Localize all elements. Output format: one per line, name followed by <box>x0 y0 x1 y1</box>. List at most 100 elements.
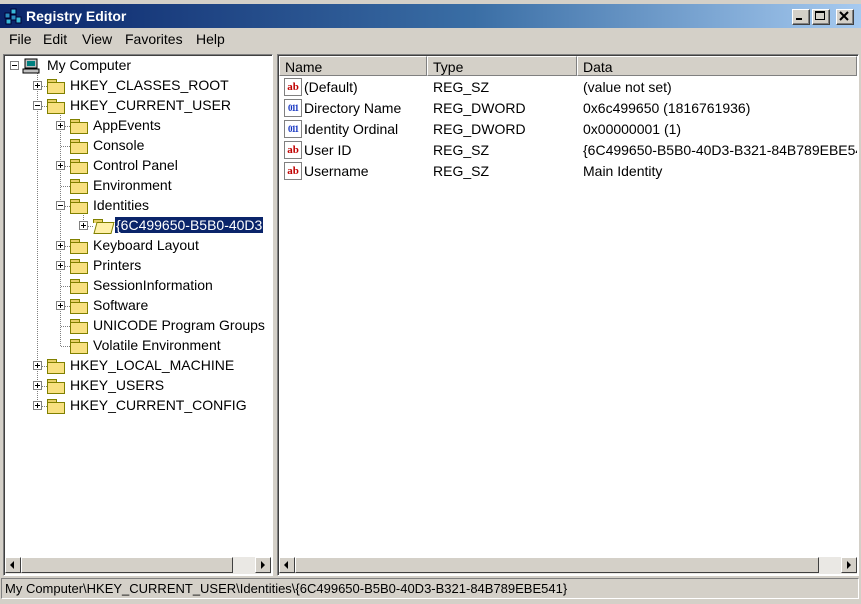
tree-node-label[interactable]: Software <box>92 297 149 313</box>
tree-node[interactable]: HKEY_CURRENT_USER <box>4 96 272 116</box>
tree-node[interactable]: My Computer <box>4 56 272 76</box>
folder-icon <box>70 119 88 134</box>
tree-node-label[interactable]: HKEY_CURRENT_CONFIG <box>69 397 248 413</box>
tree-node-label[interactable]: UNICODE Program Groups <box>92 317 266 333</box>
tree-node-label[interactable]: AppEvents <box>92 117 162 133</box>
expand-plus-icon[interactable] <box>33 381 42 390</box>
tree-node[interactable]: SessionInformation <box>4 276 272 296</box>
tree-node[interactable]: HKEY_CLASSES_ROOT <box>4 76 272 96</box>
tree-node-label[interactable]: Console <box>92 137 145 153</box>
expand-plus-icon[interactable] <box>33 81 42 90</box>
column-header-data[interactable]: Data <box>577 56 857 76</box>
scroll-thumb[interactable] <box>295 557 819 573</box>
open-folder-icon <box>93 219 111 233</box>
menu-help[interactable]: Help <box>196 31 225 47</box>
value-data: {6C499650-B5B0-40D3-B321-84B789EBE541} <box>583 142 857 158</box>
string-value-icon: ab <box>284 141 302 159</box>
folder-icon <box>70 199 88 214</box>
tree-node[interactable]: Console <box>4 136 272 156</box>
maximize-icon <box>815 11 825 20</box>
value-row[interactable]: 011 Identity Ordinal REG_DWORD 0x00000001 (… <box>280 119 858 140</box>
expand-plus-icon[interactable] <box>33 361 42 370</box>
tree-node-label[interactable]: HKEY_USERS <box>69 377 165 393</box>
value-data: 0x00000001 (1) <box>583 121 682 137</box>
title-bar[interactable]: Registry Editor <box>0 4 861 28</box>
minimize-button[interactable] <box>792 9 810 25</box>
tree-node[interactable]: Volatile Environment <box>4 336 272 356</box>
tree-node-label[interactable]: Environment <box>92 177 173 193</box>
column-header-name[interactable]: Name <box>279 56 427 76</box>
folder-icon <box>70 159 88 174</box>
tree-node-label[interactable]: HKEY_CLASSES_ROOT <box>69 77 230 93</box>
folder-icon <box>70 319 88 334</box>
expand-plus-icon[interactable] <box>56 261 65 270</box>
registry-tree[interactable]: My Computer HKEY_CLASSES_ROOT HKEY_CURRENT… <box>3 54 273 576</box>
menu-bar: File Edit View Favorites Help <box>0 28 861 50</box>
scroll-right-button[interactable] <box>841 557 857 573</box>
tree-node[interactable]: HKEY_USERS <box>4 376 272 396</box>
tree-node[interactable]: Environment <box>4 176 272 196</box>
value-name: Username <box>304 163 369 179</box>
value-name: Directory Name <box>304 100 402 116</box>
menu-file[interactable]: File <box>9 31 32 47</box>
collapse-minus-icon[interactable] <box>56 201 65 210</box>
collapse-minus-icon[interactable] <box>33 101 42 110</box>
value-row[interactable]: ab (Default) REG_SZ (value not set) <box>280 77 858 98</box>
expand-plus-icon[interactable] <box>33 401 42 410</box>
tree-node-label-selected[interactable]: {6C499650-B5B0-40D3 <box>113 216 265 234</box>
tree-node[interactable]: AppEvents <box>4 116 272 136</box>
expand-plus-icon[interactable] <box>56 121 65 130</box>
tree-node-label[interactable]: SessionInformation <box>92 277 214 293</box>
scroll-right-button[interactable] <box>255 557 271 573</box>
computer-icon <box>22 58 40 74</box>
expand-plus-icon[interactable] <box>79 221 88 230</box>
expand-plus-icon[interactable] <box>56 241 65 250</box>
scroll-thumb[interactable] <box>21 557 233 573</box>
registry-editor-icon <box>4 8 22 25</box>
menu-favorites[interactable]: Favorites <box>125 31 183 47</box>
window-title: Registry Editor <box>26 8 127 24</box>
tree-node[interactable]: Printers <box>4 256 272 276</box>
folder-icon <box>70 139 88 154</box>
values-horizontal-scrollbar[interactable] <box>279 557 857 574</box>
scroll-left-button[interactable] <box>279 557 295 573</box>
tree-node-label[interactable]: Printers <box>92 257 142 273</box>
menu-edit[interactable]: Edit <box>43 31 67 47</box>
maximize-button[interactable] <box>812 9 830 25</box>
tree-node[interactable]: Identities <box>4 196 272 216</box>
value-name: (Default) <box>304 79 358 95</box>
scroll-left-button[interactable] <box>5 557 21 573</box>
tree-node-label[interactable]: Keyboard Layout <box>92 237 200 253</box>
tree-node[interactable]: Software <box>4 296 272 316</box>
value-row[interactable]: 011 Directory Name REG_DWORD 0x6c499650 (18… <box>280 98 858 119</box>
values-list[interactable]: Name Type Data ab (Default) REG_SZ (value n… <box>277 54 859 576</box>
tree-node-label[interactable]: My Computer <box>46 57 132 73</box>
tree-node-label[interactable]: HKEY_CURRENT_USER <box>69 97 232 113</box>
value-row[interactable]: ab User ID REG_SZ {6C499650-B5B0-40D3-B321-… <box>280 140 858 161</box>
tree-node[interactable]: UNICODE Program Groups <box>4 316 272 336</box>
tree-node[interactable]: HKEY_LOCAL_MACHINE <box>4 356 272 376</box>
value-type: REG_DWORD <box>433 100 526 116</box>
menu-view[interactable]: View <box>82 31 112 47</box>
tree-node-label[interactable]: Volatile Environment <box>92 337 222 353</box>
close-button[interactable] <box>836 9 854 25</box>
string-value-icon: ab <box>284 162 302 180</box>
tree-node-label[interactable]: Identities <box>92 197 150 213</box>
value-name: Identity Ordinal <box>304 121 399 137</box>
value-data: Main Identity <box>583 163 663 179</box>
collapse-minus-icon[interactable] <box>10 61 19 70</box>
tree-node[interactable]: HKEY_CURRENT_CONFIG <box>4 396 272 416</box>
value-type: REG_SZ <box>433 142 490 158</box>
tree-node-label[interactable]: HKEY_LOCAL_MACHINE <box>69 357 235 373</box>
value-row[interactable]: ab Username REG_SZ Main Identity <box>280 161 858 182</box>
value-data: (value not set) <box>583 79 672 95</box>
tree-node-label[interactable]: Control Panel <box>92 157 179 173</box>
expand-plus-icon[interactable] <box>56 301 65 310</box>
tree-horizontal-scrollbar[interactable] <box>5 557 271 574</box>
folder-icon <box>70 279 88 294</box>
expand-plus-icon[interactable] <box>56 161 65 170</box>
tree-node[interactable]: Control Panel <box>4 156 272 176</box>
column-header-type[interactable]: Type <box>427 56 577 76</box>
tree-node[interactable]: {6C499650-B5B0-40D3 <box>4 216 272 236</box>
tree-node[interactable]: Keyboard Layout <box>4 236 272 256</box>
